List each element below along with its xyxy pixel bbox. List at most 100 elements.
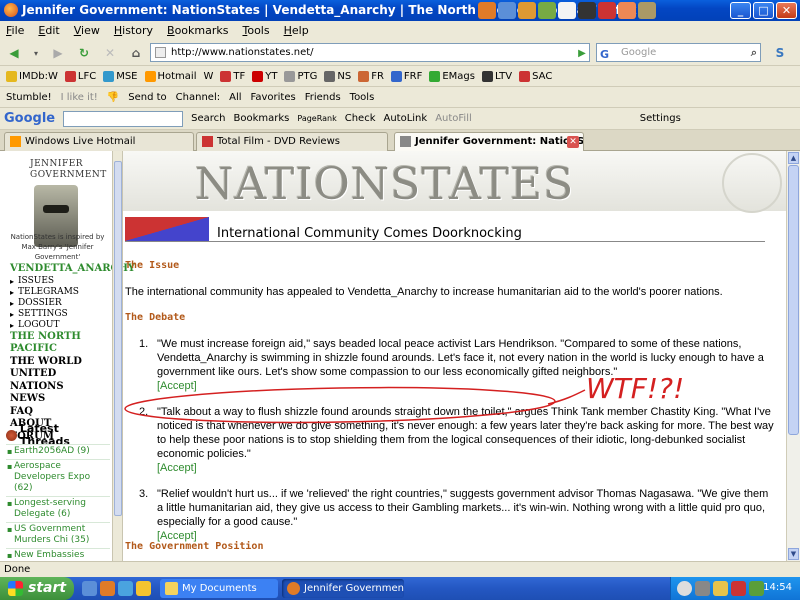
thumbs-down-icon[interactable]: 👎	[107, 92, 119, 103]
tray-icon[interactable]	[677, 581, 692, 596]
sidebar-nation-link[interactable]: VENDETTA_ANARCHY	[10, 263, 135, 276]
tools-button[interactable]: Tools	[350, 92, 375, 103]
show-desktop-icon[interactable]	[82, 581, 97, 596]
google-bookmarks-button[interactable]: Bookmarks	[233, 113, 289, 124]
search-input[interactable]: G Google	[596, 43, 761, 62]
menu-tools[interactable]: Tools	[242, 24, 269, 37]
thread-link[interactable]: US Government Murders Chi (35)	[6, 522, 110, 548]
autofill-button[interactable]: AutoFill	[435, 113, 472, 124]
sidebar-region-link[interactable]: THE NORTH PACIFIC	[10, 331, 112, 356]
tray-icon[interactable]	[695, 581, 710, 596]
stumble-button[interactable]: Stumble!	[6, 92, 52, 103]
government-position-heading: The Government Position	[125, 541, 264, 552]
google-logo[interactable]: Google	[4, 111, 55, 126]
bookmark-ptg[interactable]: PTG	[284, 70, 317, 82]
tray-icon[interactable]	[749, 581, 764, 596]
tab-total-film[interactable]: Total Film - DVD Reviews	[196, 132, 388, 151]
firefox-quicklaunch-icon[interactable]	[100, 581, 115, 596]
bookmark-lfc[interactable]: LFC	[64, 70, 96, 82]
option-3: 3. "Relief wouldn't hurt us... if we 're…	[137, 487, 777, 543]
go-button[interactable]: ▶	[572, 43, 592, 63]
google-search-icon: G	[600, 48, 610, 61]
menu-help[interactable]: Help	[284, 24, 309, 37]
menu-history[interactable]: History	[114, 24, 153, 37]
menu-file[interactable]: File	[6, 24, 24, 37]
i-like-it-button[interactable]: I like it!	[61, 92, 98, 103]
menu-edit[interactable]: Edit	[38, 24, 59, 37]
autolink-button[interactable]: AutoLink	[383, 113, 427, 124]
google-check-button[interactable]: Check	[345, 113, 376, 124]
sidebar-item-issues[interactable]: ISSUES	[10, 276, 112, 287]
bookmark-frf[interactable]: FRF	[390, 70, 422, 82]
bookmark-tf[interactable]: TF	[220, 70, 245, 82]
bookmark-imdb[interactable]: IMDb:W	[6, 70, 58, 82]
accept-option-1-link[interactable]: [Accept]	[157, 379, 777, 393]
search-magnifier-icon[interactable]: ⌕	[744, 43, 764, 63]
sidebar-scrollbar[interactable]	[112, 151, 123, 561]
scroll-up-arrow-icon[interactable]: ▲	[788, 152, 799, 164]
close-button[interactable]: ✕	[776, 2, 797, 19]
send-to-button[interactable]: Send to	[128, 92, 166, 103]
sidebar-item-dossier[interactable]: DOSSIER	[10, 298, 112, 309]
bookmark-fr[interactable]: FR	[358, 70, 384, 82]
thread-link[interactable]: Longest-serving Delegate (6)	[6, 496, 110, 522]
quicklaunch-icon[interactable]	[136, 581, 151, 596]
bookmark-sac[interactable]: SAC	[519, 70, 552, 82]
tab-hotmail[interactable]: Windows Live Hotmail	[4, 132, 194, 151]
tab-nationstates[interactable]: Jennifer Government: NationSta... ✕	[394, 132, 584, 152]
sidebar-item-logout[interactable]: LOGOUT	[10, 320, 112, 331]
home-button[interactable]: ⌂	[126, 43, 146, 63]
ie-quicklaunch-icon[interactable]	[118, 581, 133, 596]
page-scrollbar[interactable]: ▲ ▼	[786, 151, 800, 561]
firefox-icon	[287, 582, 300, 595]
bookmark-ltv[interactable]: LTV	[481, 70, 512, 82]
tab-close-icon[interactable]: ✕	[567, 136, 579, 148]
stumbleupon-toolbar: Stumble! I like it! 👎 Send to Channel: A…	[0, 87, 800, 108]
favorites-button[interactable]: Favorites	[251, 92, 296, 103]
bookmark-yt[interactable]: YT	[252, 70, 277, 82]
bookmark-mse[interactable]: MSE	[103, 70, 138, 82]
sidebar-item-news[interactable]: NEWS	[10, 393, 112, 406]
minimize-button[interactable]: _	[730, 2, 751, 19]
taskbar-item-my-documents[interactable]: My Documents	[160, 579, 278, 598]
google-settings-button[interactable]: Settings	[640, 113, 681, 124]
sidebar-item-faq[interactable]: FAQ	[10, 406, 112, 419]
sidebar-item-telegrams[interactable]: TELEGRAMS	[10, 287, 112, 298]
google-search-button[interactable]: Search	[191, 113, 225, 124]
bookmark-hotmail[interactable]: Hotmail	[144, 70, 196, 82]
thread-link[interactable]: Earth2056AD (9)	[6, 444, 110, 459]
taskbar-item-firefox[interactable]: Jennifer Government...	[282, 579, 404, 598]
sidebar-item-united-nations[interactable]: UNITED NATIONS	[10, 368, 112, 393]
friends-button[interactable]: Friends	[305, 92, 341, 103]
back-dropdown-icon[interactable]: ▾	[26, 43, 46, 63]
clock: 14:54	[763, 582, 792, 593]
page-scroll-thumb[interactable]	[788, 165, 799, 435]
thread-link[interactable]: Aerospace Developers Expo (62)	[6, 459, 110, 496]
sidebar-item-the-world[interactable]: THE WORLD	[10, 356, 112, 369]
back-button[interactable]: ◀	[4, 43, 24, 63]
google-search-input[interactable]	[63, 110, 184, 127]
menu-view[interactable]: View	[74, 24, 100, 37]
bookmark-w[interactable]: W	[203, 71, 213, 82]
bookmark-ns[interactable]: NS	[324, 70, 351, 82]
channel-all-dropdown[interactable]: All	[229, 92, 241, 103]
bookmark-emags[interactable]: EMags	[429, 70, 475, 82]
tray-icon[interactable]	[713, 581, 728, 596]
jennifer-government-logo[interactable]: JENNIFER GOVERNMENT	[30, 159, 106, 181]
sidebar-item-settings[interactable]: SETTINGS	[10, 309, 112, 320]
maximize-button[interactable]: □	[753, 2, 774, 19]
app-icon	[598, 2, 616, 19]
accept-option-2-link[interactable]: [Accept]	[157, 461, 777, 475]
url-bar[interactable]: http://www.nationstates.net/	[150, 43, 590, 62]
sidebar-scroll-thumb[interactable]	[114, 161, 122, 516]
tray-icon[interactable]	[731, 581, 746, 596]
skype-icon[interactable]: S	[770, 43, 790, 63]
reload-button[interactable]: ↻	[74, 43, 94, 63]
option-text: "We must increase foreign aid," says bea…	[157, 338, 764, 378]
forward-button[interactable]: ▶	[48, 43, 68, 63]
thread-link[interactable]: New Embassies Available (37)	[6, 548, 110, 561]
scroll-down-arrow-icon[interactable]: ▼	[788, 548, 799, 560]
menu-bookmarks[interactable]: Bookmarks	[167, 24, 228, 37]
stop-button[interactable]: ✕	[100, 43, 120, 63]
start-button[interactable]: start	[0, 577, 74, 600]
